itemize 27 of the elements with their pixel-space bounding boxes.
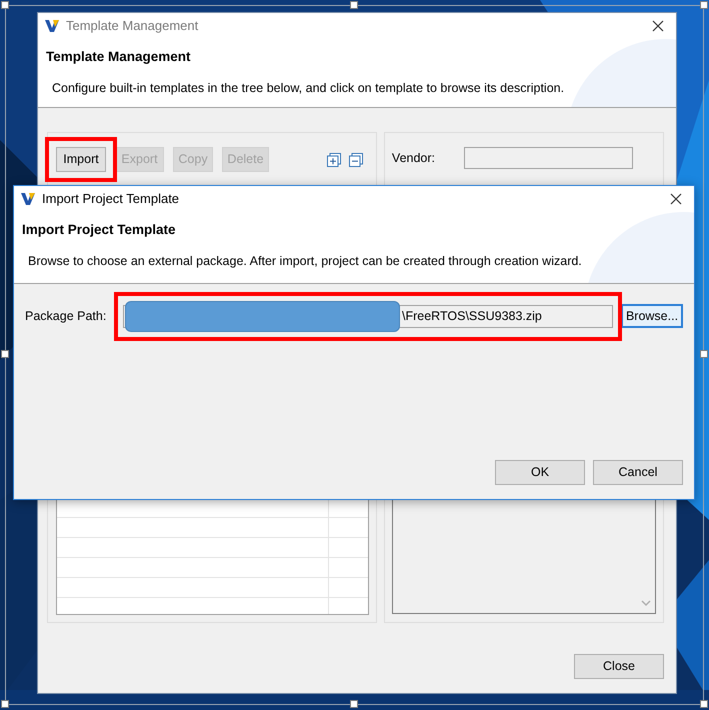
- resize-handle[interactable]: [1, 350, 9, 358]
- dialog-button[interactable]: OK: [495, 460, 585, 485]
- expand-all-icon[interactable]: [326, 152, 341, 166]
- window-title: Import Project Template: [42, 190, 180, 208]
- resize-handle[interactable]: [700, 1, 708, 9]
- field-label: Vendor:: [392, 150, 436, 167]
- resize-handle[interactable]: [1, 1, 9, 9]
- collapse-all-icon[interactable]: [348, 152, 363, 166]
- header-description: Browse to choose an external package. After import, project can be created through creation wizard.: [27, 253, 583, 270]
- close-button[interactable]: Close: [574, 654, 664, 679]
- header-title: Template Management: [46, 48, 192, 66]
- resize-handle[interactable]: [350, 1, 358, 9]
- window-title: Template Management: [66, 17, 198, 36]
- app-logo-icon: [20, 191, 36, 207]
- header-title: Import Project Template: [22, 221, 177, 239]
- browse-button[interactable]: Browse...: [621, 304, 683, 328]
- vendor-field[interactable]: [464, 147, 633, 169]
- header-description: Configure built-in templates in the tree below, and click on template to browse its description.: [51, 80, 566, 98]
- dialog-button[interactable]: Cancel: [593, 460, 683, 485]
- resize-handle[interactable]: [700, 350, 708, 358]
- field-label: Package Path:: [25, 308, 108, 325]
- toolbar-button[interactable]: Import: [56, 147, 106, 172]
- path-value: \FreeRTOS\SSU9383.zip: [402, 308, 542, 325]
- resize-handle[interactable]: [700, 700, 708, 708]
- resize-handle[interactable]: [1, 700, 9, 708]
- app-logo-icon: [44, 18, 60, 34]
- resize-handle[interactable]: [350, 700, 358, 708]
